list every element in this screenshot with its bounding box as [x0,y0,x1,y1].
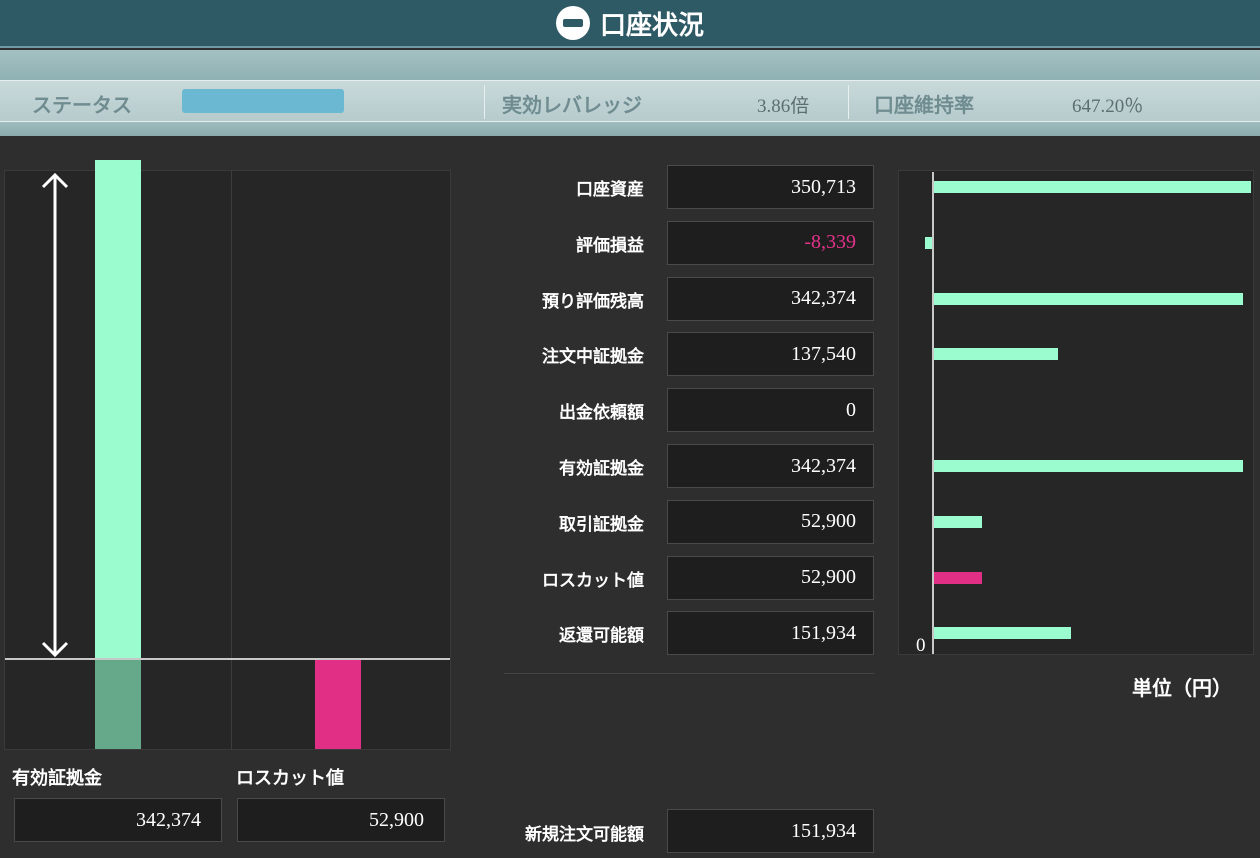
hbar [934,348,1059,361]
hbar [934,515,982,528]
loss-cut-bar [315,658,361,749]
row-label: ロスカット値 [542,570,644,591]
row-value: -8,339 [667,220,874,265]
effective-margin-bar [95,160,141,658]
hbar [934,627,1072,640]
row-value: 137,540 [667,332,874,377]
maintenance-value: 647.20％ [1072,96,1144,117]
rows-separator [504,673,874,674]
row-value: 0 [667,388,874,433]
chart-zero-axis [932,172,934,654]
row-label: 預り評価残高 [542,291,644,312]
leverage-value: 3.86倍 [757,96,810,117]
leverage-label: 実効レバレッジ [502,93,642,117]
row-value: 350,713 [667,165,874,209]
status-band-bottom [0,122,1260,136]
loss-cut-line [5,658,450,660]
status-indicator [182,89,344,113]
unit-label: 単位（円） [1132,676,1232,700]
row-label: 口座資産 [576,180,644,200]
page-title: 口座状況 [599,10,704,41]
new-order-value: 151,934 [667,809,874,853]
row-label: 返還可能額 [559,626,644,647]
row-label: 注文中証拠金 [542,347,644,368]
row-value: 151,934 [667,611,874,656]
zero-tick-label: 0 [916,635,926,656]
status-label: ステータス [32,93,132,117]
status-divider [848,85,849,119]
new-order-label: 新規注文可能額 [525,825,644,845]
minus-circle-icon [555,6,590,40]
row-value: 52,900 [667,555,874,600]
effective-margin-bar-lower [95,658,141,749]
row-value: 52,900 [667,499,874,544]
hbar [934,292,1244,305]
double-arrow-icon [41,172,69,658]
hbar [934,181,1251,193]
effective-margin-value: 342,374 [14,798,222,842]
status-divider [484,85,485,119]
loss-cut-value: 52,900 [237,798,445,842]
row-label: 評価損益 [576,235,644,256]
effective-margin-label: 有効証拠金 [12,768,102,789]
status-row: ステータス 実効レバレッジ 3.86倍 口座維持率 647.20％ [0,80,1260,122]
row-label: 取引証拠金 [559,514,644,535]
row-value: 342,374 [667,444,874,488]
row-label: 有効証拠金 [559,459,644,479]
row-value: 342,374 [667,276,874,321]
maintenance-label: 口座維持率 [874,93,974,117]
loss-cut-label: ロスカット値 [236,768,344,789]
margin-bar-chart [4,160,451,750]
title-bar: 口座状況 [0,0,1260,48]
hbar [934,460,1244,472]
status-band-top [0,50,1260,80]
row-label: 出金依頼額 [559,403,644,424]
title-wrap: 口座状況 [555,5,704,42]
chart-column-divider [231,171,232,749]
hbar [934,571,982,584]
